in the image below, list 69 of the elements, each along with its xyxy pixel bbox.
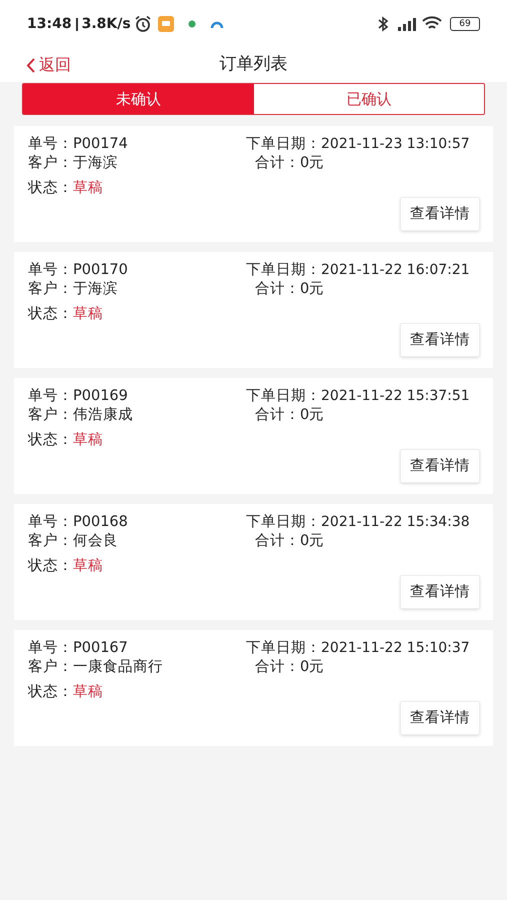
view-details-button[interactable]: 查看详情: [400, 701, 480, 735]
order-number: P00169: [73, 387, 128, 406]
customer-name: 于海滨: [73, 280, 118, 299]
field-label: 单号：: [28, 387, 73, 406]
customer-name: 于海滨: [73, 154, 118, 173]
order-number: P00167: [73, 639, 128, 658]
signal-icon: [396, 16, 416, 32]
field-label: 下单日期：: [246, 513, 321, 532]
tab[interactable]: 已确认: [254, 84, 484, 114]
field-label: 客户：: [28, 532, 73, 551]
customer-name: 伟浩康成: [73, 406, 133, 425]
field-label: 单号：: [28, 639, 73, 658]
status-time: 13:48: [27, 14, 72, 34]
order-date: 2021-11-22 15:37:51: [321, 387, 470, 406]
order-total: 0元: [300, 154, 324, 173]
alarm-clock-icon: [134, 15, 152, 33]
field-label: 状态：: [28, 305, 73, 324]
field-label: 下单日期：: [246, 261, 321, 280]
field-label: 合计：: [255, 154, 300, 173]
field-label: 状态：: [28, 179, 73, 198]
field-label: 合计：: [255, 532, 300, 551]
chevron-left-icon: [26, 58, 35, 72]
order-number: P00168: [73, 513, 128, 532]
page-title: 订单列表: [220, 53, 288, 76]
order-total: 0元: [300, 406, 324, 425]
view-details-button[interactable]: 查看详情: [400, 575, 480, 609]
order-date: 2021-11-22 16:07:21: [321, 261, 470, 280]
order-date: 2021-11-23 13:10:57: [321, 135, 470, 154]
field-label: 单号：: [28, 513, 73, 532]
field-label: 合计：: [255, 280, 300, 299]
status-value: 草稿: [73, 683, 103, 702]
field-label: 单号：: [28, 135, 73, 154]
status-value: 草稿: [73, 431, 103, 450]
message-app-icon: [158, 16, 174, 32]
network-speed: 3.8K/s: [82, 14, 131, 34]
field-label: 单号：: [28, 261, 73, 280]
status-value: 草稿: [73, 557, 103, 576]
customer-name: 何会良: [73, 532, 118, 551]
view-details-button[interactable]: 查看详情: [400, 323, 480, 357]
order-date: 2021-11-22 15:34:38: [321, 513, 470, 532]
view-details-button[interactable]: 查看详情: [400, 197, 480, 231]
status-value: 草稿: [73, 305, 103, 324]
customer-name: 一康食品商行: [73, 658, 163, 677]
field-label: 下单日期：: [246, 639, 321, 658]
field-label: 客户：: [28, 658, 73, 677]
field-label: 客户：: [28, 280, 73, 299]
field-label: 状态：: [28, 683, 73, 702]
order-total: 0元: [300, 658, 324, 677]
field-label: 客户：: [28, 406, 73, 425]
battery-icon: 69: [450, 17, 480, 31]
field-label: 下单日期：: [246, 387, 321, 406]
back-link[interactable]: 返回: [26, 53, 71, 77]
separator-bar: [76, 18, 78, 30]
status-value: 草稿: [73, 179, 103, 198]
field-label: 下单日期：: [246, 135, 321, 154]
order-number: P00170: [73, 261, 128, 280]
order-total: 0元: [300, 280, 324, 299]
dot-icon: [188, 20, 196, 28]
field-label: 状态：: [28, 431, 73, 450]
order-total: 0元: [300, 532, 324, 551]
tab[interactable]: 未确认: [23, 84, 254, 114]
view-details-button[interactable]: 查看详情: [400, 449, 480, 483]
order-date: 2021-11-22 15:10:37: [321, 639, 470, 658]
order-number: P00174: [73, 135, 128, 154]
field-label: 合计：: [255, 406, 300, 425]
field-label: 合计：: [255, 658, 300, 677]
field-label: 客户：: [28, 154, 73, 173]
field-label: 状态：: [28, 557, 73, 576]
bluetooth-icon: [376, 16, 390, 32]
